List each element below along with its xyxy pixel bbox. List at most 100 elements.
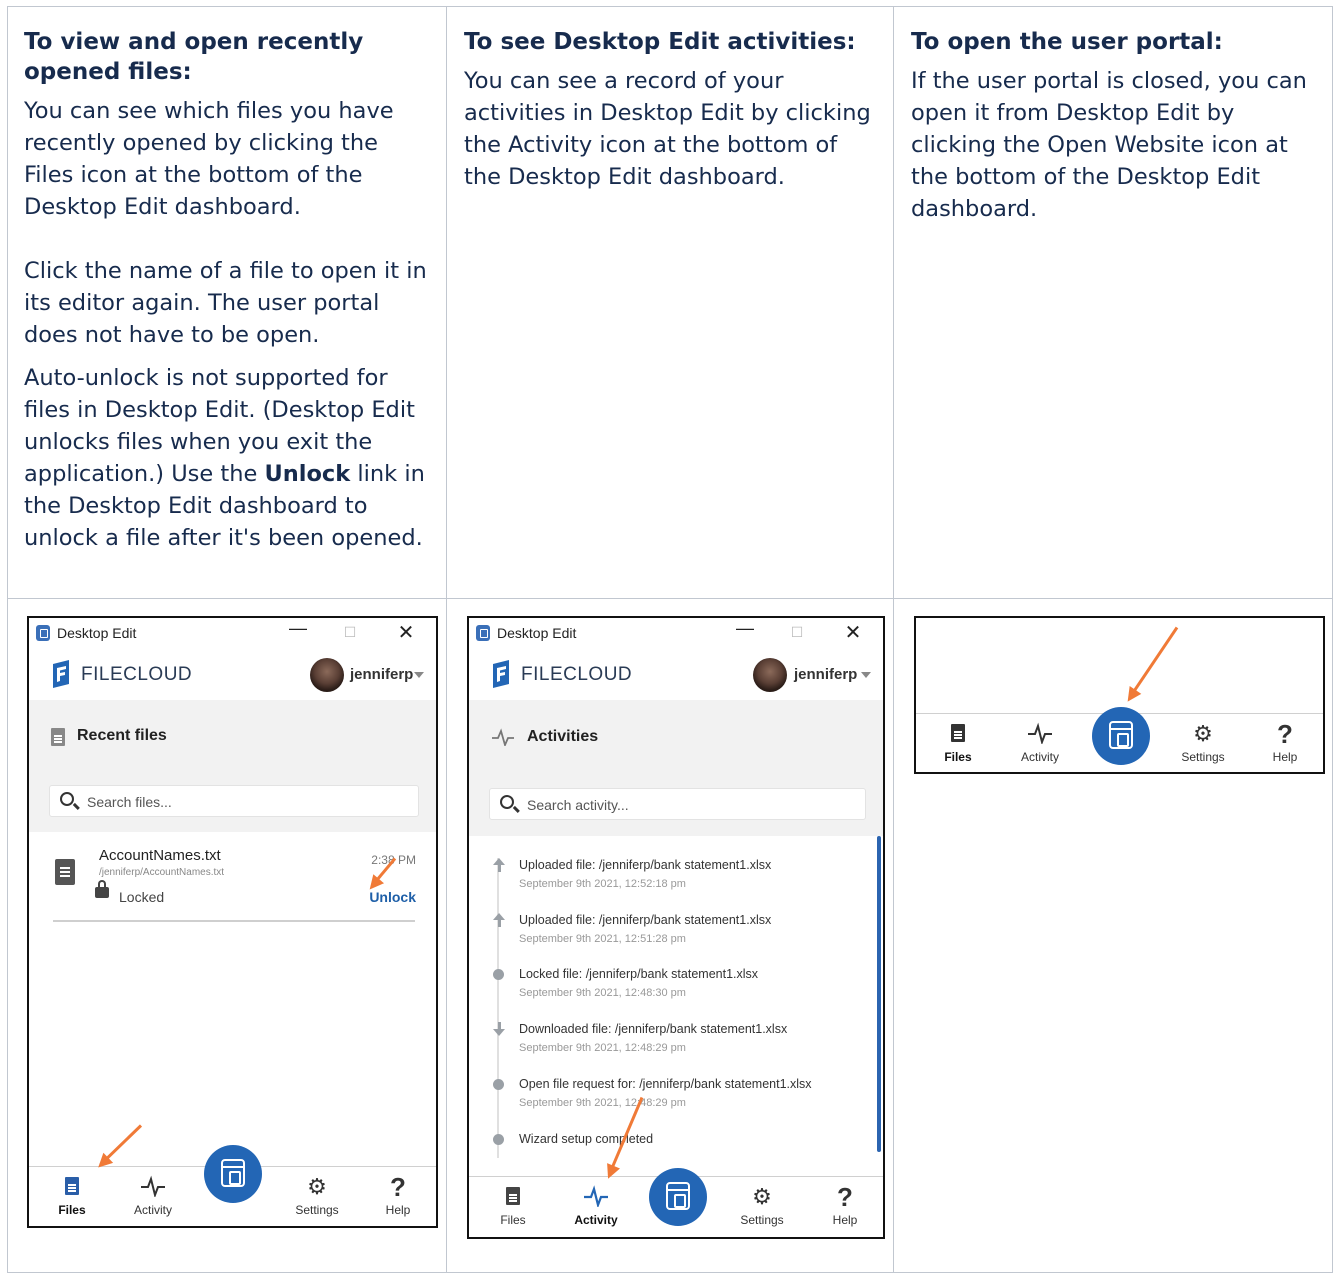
- activity-title: Uploaded file: /jenniferp/bank statement…: [519, 858, 772, 872]
- portal-instructions-cell: To open the user portal: If the user por…: [911, 27, 1316, 225]
- activity-item: Locked file: /jenniferp/bank statement1.…: [469, 967, 871, 1022]
- window-title: Desktop Edit: [497, 625, 577, 641]
- activity-time: September 9th 2021, 12:52:18 pm: [519, 878, 686, 890]
- minimize-button[interactable]: —: [286, 618, 310, 639]
- file-name[interactable]: AccountNames.txt: [99, 847, 221, 864]
- nav-settings[interactable]: ⚙ Settings: [1173, 714, 1233, 770]
- nav-help[interactable]: ? Help: [368, 1167, 428, 1223]
- nav-files-label: Files: [58, 1203, 86, 1217]
- nav-help[interactable]: ? Help: [815, 1177, 875, 1233]
- activity-time: September 9th 2021, 12:48:30 pm: [519, 987, 686, 999]
- unlock-bold-text: Unlock: [264, 461, 351, 487]
- nav-files[interactable]: Files: [42, 1167, 102, 1223]
- search-icon: [60, 792, 74, 806]
- activity-item: Uploaded file: /jenniferp/bank statement…: [469, 858, 871, 913]
- activity-item: Uploaded file: /jenniferp/bank statement…: [469, 913, 871, 968]
- activity-item: Downloaded file: /jenniferp/bank stateme…: [469, 1022, 871, 1077]
- open-website-icon: [221, 1159, 245, 1187]
- row-divider: [53, 920, 415, 922]
- open-website-button[interactable]: [649, 1168, 707, 1226]
- nav-settings-label: Settings: [740, 1213, 784, 1227]
- open-website-button[interactable]: [1092, 707, 1150, 765]
- nav-files[interactable]: Files: [928, 714, 988, 770]
- activity-time: September 9th 2021, 12:48:29 pm: [519, 1042, 686, 1054]
- desktop-edit-app-icon: [36, 625, 50, 641]
- search-icon: [500, 795, 514, 809]
- avatar[interactable]: [310, 658, 344, 692]
- activity-title: Open file request for: /jenniferp/bank s…: [519, 1077, 812, 1091]
- open-website-button[interactable]: [204, 1145, 262, 1203]
- help-icon: ?: [1277, 719, 1293, 749]
- files-paragraph-2: Click the name of a file to open it in i…: [24, 258, 427, 348]
- nav-files-label: Files: [500, 1213, 526, 1227]
- title-bar: Desktop Edit — ☐ ✕: [29, 618, 436, 648]
- section-title: Activities: [527, 728, 599, 745]
- help-icon: ?: [390, 1172, 406, 1202]
- recent-file-row[interactable]: AccountNames.txt /jenniferp/AccountNames…: [49, 847, 416, 909]
- nav-files-label: Files: [944, 750, 972, 764]
- files-instructions-cell: To view and open recently opened files: …: [24, 27, 434, 554]
- desktop-edit-nav-crop: Files Activity ⚙ Settings ? Help: [914, 616, 1325, 774]
- portal-heading: To open the user portal:: [911, 29, 1223, 55]
- up-arrow-icon: [493, 913, 505, 927]
- activity-title: Locked file: /jenniferp/bank statement1.…: [519, 967, 759, 981]
- section-title: Recent files: [77, 727, 167, 744]
- nav-files[interactable]: Files: [483, 1177, 543, 1233]
- brand-name: FILECLOUD: [521, 664, 633, 685]
- gear-icon: ⚙: [1193, 721, 1213, 746]
- gear-icon: ⚙: [752, 1184, 772, 1209]
- chevron-down-icon[interactable]: [414, 672, 424, 678]
- recent-files-section: Recent files Search files...: [29, 700, 436, 832]
- nav-settings-label: Settings: [295, 1203, 339, 1217]
- nav-help[interactable]: ? Help: [1255, 714, 1315, 770]
- portal-paragraph-1: If the user portal is closed, you can op…: [911, 68, 1307, 222]
- row-divider: [8, 598, 1332, 599]
- file-icon: [51, 726, 65, 751]
- nav-help-label: Help: [385, 1203, 411, 1217]
- maximize-button[interactable]: ☐: [338, 624, 362, 641]
- activity-item: Wizard setup completed: [469, 1132, 871, 1158]
- brand-bar: FILECLOUD jenniferp: [469, 648, 883, 698]
- search-files-input[interactable]: Search files...: [49, 785, 419, 817]
- nav-settings-label: Settings: [1181, 750, 1225, 764]
- activity-time: September 9th 2021, 12:48:29 pm: [519, 1097, 686, 1109]
- maximize-button[interactable]: ☐: [785, 624, 809, 641]
- activity-title: Uploaded file: /jenniferp/bank statement…: [519, 913, 772, 927]
- nav-help-label: Help: [1272, 750, 1298, 764]
- nav-help-label: Help: [832, 1213, 858, 1227]
- activity-item: Open file request for: /jenniferp/bank s…: [469, 1077, 871, 1132]
- orange-arrow-annotation: [1128, 626, 1179, 699]
- close-button[interactable]: ✕: [394, 620, 418, 645]
- files-icon: [65, 1175, 79, 1200]
- files-icon: [951, 722, 965, 747]
- brand-name: FILECLOUD: [81, 664, 193, 685]
- chevron-down-icon[interactable]: [861, 672, 871, 678]
- close-button[interactable]: ✕: [841, 620, 865, 645]
- username-menu[interactable]: jenniferp: [350, 666, 413, 683]
- brand-bar: FILECLOUD jenniferp: [29, 648, 436, 698]
- nav-activity[interactable]: Activity: [123, 1167, 183, 1223]
- files-heading: To view and open recently opened files:: [24, 29, 364, 85]
- nav-activity[interactable]: Activity: [566, 1177, 626, 1233]
- activity-pulse-icon: [583, 1185, 609, 1212]
- orange-arrow-annotation: [99, 1124, 143, 1166]
- minimize-button[interactable]: —: [733, 618, 757, 639]
- scrollbar[interactable]: [877, 836, 881, 1152]
- search-activity-input[interactable]: Search activity...: [489, 788, 866, 820]
- down-arrow-icon: [493, 1022, 505, 1036]
- activity-title: Wizard setup completed: [519, 1132, 654, 1146]
- nav-settings[interactable]: ⚙ Settings: [732, 1177, 792, 1233]
- dot-icon: [493, 1134, 504, 1145]
- nav-settings[interactable]: ⚙ Settings: [287, 1167, 347, 1223]
- window-title: Desktop Edit: [57, 625, 137, 641]
- desktop-edit-app-icon: [476, 625, 490, 641]
- nav-activity-label: Activity: [1020, 750, 1059, 764]
- nav-activity-label: Activity: [133, 1203, 172, 1217]
- username-menu[interactable]: jenniferp: [794, 666, 857, 683]
- help-icon: ?: [837, 1182, 853, 1212]
- lock-icon: [95, 880, 109, 898]
- avatar[interactable]: [753, 658, 787, 692]
- activity-pulse-icon: [491, 728, 515, 751]
- nav-activity[interactable]: Activity: [1010, 714, 1070, 770]
- activity-pulse-icon: [140, 1175, 166, 1202]
